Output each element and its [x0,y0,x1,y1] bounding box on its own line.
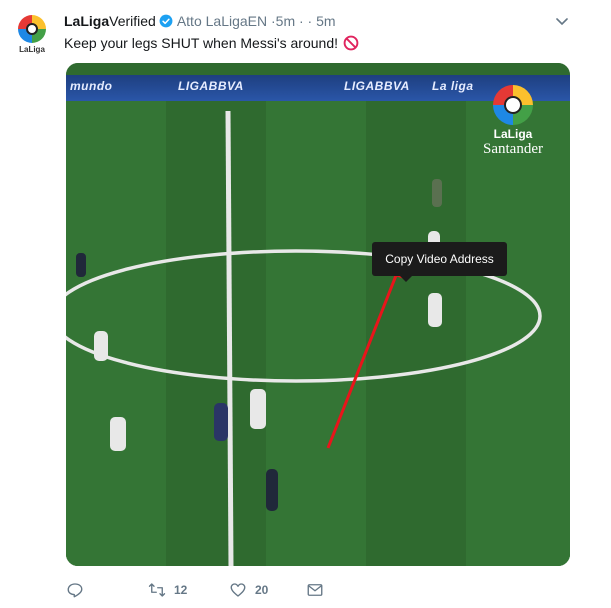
player [428,293,442,327]
message-icon [307,584,323,596]
tooltip-pointer [400,276,412,282]
player [266,469,278,511]
reply-icon [67,583,83,598]
tweet-text: Keep your legs SHUT when Messi's around! [64,35,359,51]
player [76,253,86,277]
banner-label: LIGABBVA [178,79,244,93]
direct-message-button[interactable] [306,581,332,599]
author-handle[interactable]: Atto LaLigaEN ·5m · · 5m [177,13,336,29]
tweet-actions: 12 20 [66,581,466,601]
prohibited-icon [343,35,359,51]
retweet-button[interactable]: 12 [148,581,187,599]
reply-button[interactable] [66,581,92,599]
retweet-count: 12 [174,583,188,597]
like-button[interactable]: 20 [229,581,268,599]
like-count: 20 [255,583,269,597]
laliga-logo-icon [493,85,533,125]
video-player[interactable]: mundo LIGABBVA LIGABBVA La liga LaLiga S… [66,63,570,566]
watermark-sponsor: Santander [483,141,543,157]
banner-label: mundo [70,79,113,93]
player [110,417,126,451]
laliga-watermark: LaLiga Santander [458,85,568,158]
avatar-label: LaLiga [19,45,45,54]
heart-icon [230,583,246,597]
avatar[interactable]: LaLiga [12,15,52,59]
verified-icon [159,14,173,28]
player [94,331,108,361]
laliga-badge-icon [18,15,46,43]
player [432,179,442,207]
watermark-brand: LaLiga [493,127,533,141]
chevron-down-icon[interactable] [556,18,568,26]
tweet-text-content: Keep your legs SHUT when Messi's around! [64,35,338,51]
verified-label: Verified [109,13,156,29]
tweet: LaLiga LaLiga Verified Atto LaLigaEN ·5m… [0,0,611,608]
retweet-icon [148,583,166,597]
player [214,403,228,441]
player [250,389,266,429]
tweet-header: LaLiga Verified Atto LaLigaEN ·5m · · 5m [64,13,336,29]
context-menu-tooltip[interactable]: Copy Video Address [372,242,507,276]
tooltip-label: Copy Video Address [385,252,494,266]
author-name[interactable]: LaLiga [64,13,109,29]
banner-label: LIGABBVA [344,79,410,93]
